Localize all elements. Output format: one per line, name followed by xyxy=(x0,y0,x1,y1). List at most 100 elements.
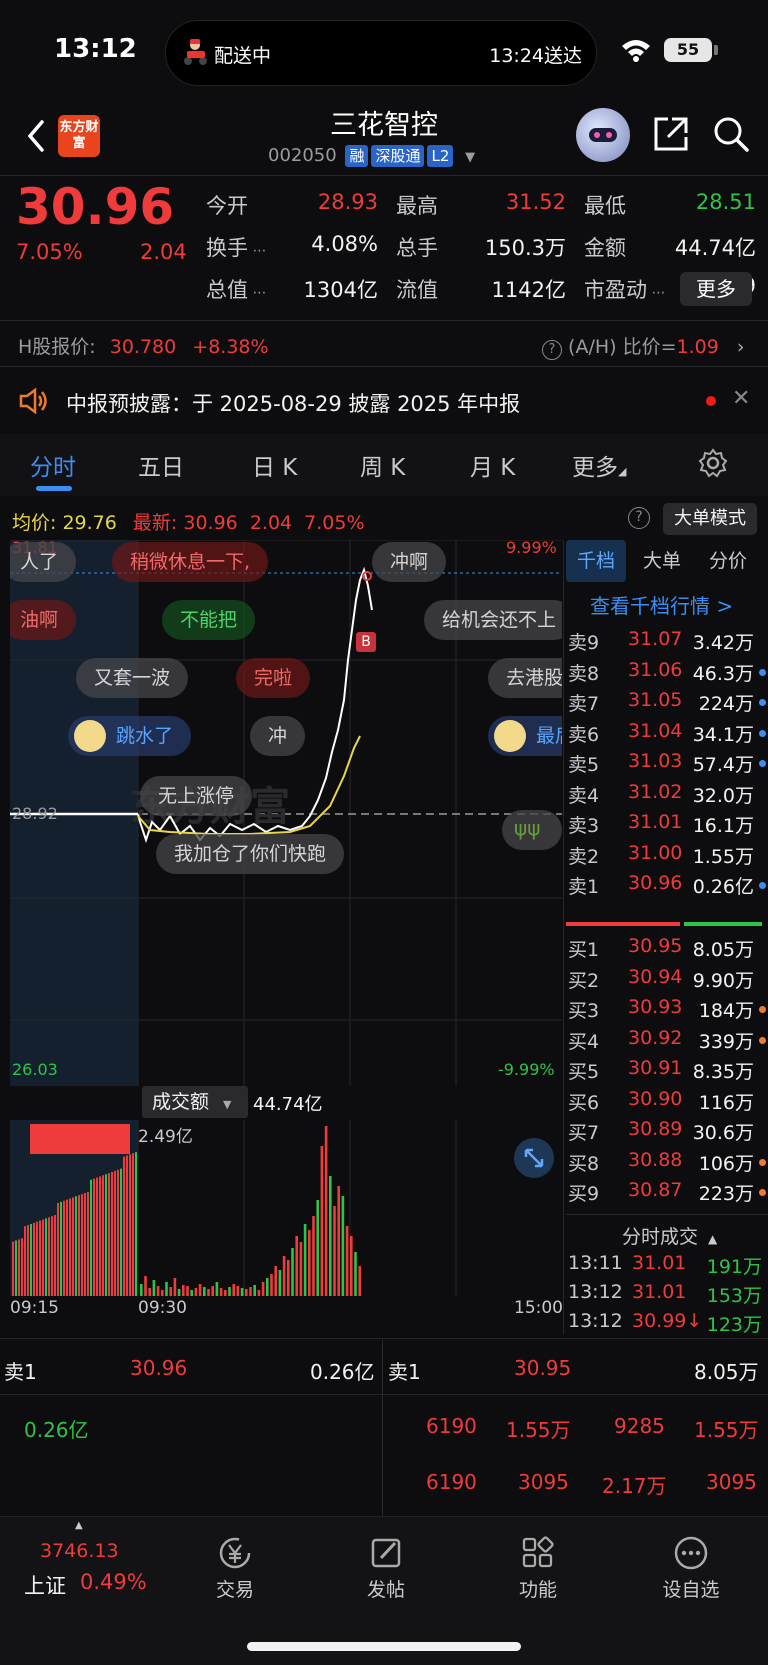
bid-row[interactable]: 买4 30.92 339万 xyxy=(566,1027,766,1059)
more-button[interactable]: 更多 xyxy=(680,272,752,306)
tab-big-order[interactable]: 大单 xyxy=(632,540,692,582)
search-icon[interactable] xyxy=(712,115,750,153)
barrage-bubble[interactable]: 稍微休息一下, xyxy=(112,542,269,582)
ask-row[interactable]: 卖2 31.00 1.55万 xyxy=(566,842,766,874)
tab-price-split[interactable]: 分价 xyxy=(698,540,758,582)
ask-row[interactable]: 卖9 31.07 3.42万 xyxy=(566,628,766,660)
barrage-bubble[interactable]: 无上涨停 xyxy=(140,776,253,816)
tick-time: 13:12 xyxy=(568,1310,623,1332)
level-label: 买8 xyxy=(568,1152,600,1175)
volume-metric-select[interactable]: 成交额 ▼ xyxy=(142,1086,248,1118)
bid-row[interactable]: 买3 30.93 184万 xyxy=(566,996,766,1028)
barrage-bubble[interactable]: 我加仓了你们快跑 xyxy=(156,834,345,874)
gear-icon[interactable] xyxy=(698,448,728,478)
barrage-bubble[interactable]: 人了 xyxy=(10,542,77,582)
volume-bar xyxy=(324,1126,328,1296)
grass-emoji-bubble[interactable]: ψψ xyxy=(502,810,562,850)
ask-row[interactable]: 卖6 31.04 34.1万 xyxy=(566,720,766,752)
volume-bar xyxy=(39,1220,41,1296)
big-order-dot xyxy=(759,1006,766,1013)
ask1-label: 卖1 xyxy=(4,1360,37,1384)
bid-row[interactable]: 买5 30.91 8.35万 xyxy=(566,1057,766,1089)
tab-add-watchlist[interactable]: 设自选 xyxy=(631,1535,751,1602)
intraday-chart[interactable]: 东方财富 B 31.81 9.99% 28.92 26.03 -9.99% 人了… xyxy=(10,538,562,1086)
volume-chart[interactable]: 成交额 ▼ 44.74亿 2.49亿 09:15 09:30 15:00 xyxy=(10,1086,563,1326)
tab-daily-k[interactable]: 日 K xyxy=(252,448,297,482)
h-share-quote[interactable]: H股报价: 30.780 +8.38% xyxy=(18,332,269,359)
volume-bar xyxy=(102,1175,104,1296)
bid-row[interactable]: 买2 30.94 9.90万 xyxy=(566,966,766,998)
ask-row[interactable]: 卖1 30.96 0.26亿 xyxy=(566,872,766,904)
barrage-bubble[interactable]: 油啊 xyxy=(10,600,77,640)
volume-bar xyxy=(120,1168,122,1296)
bid-row[interactable]: 买8 30.88 106万 xyxy=(566,1149,766,1181)
close-icon[interactable]: ✕ xyxy=(732,386,750,411)
bid-row[interactable]: 买6 30.90 116万 xyxy=(566,1088,766,1120)
barrage-bubble[interactable]: 又套一波 xyxy=(76,658,189,698)
barrage-bubble[interactable]: 去港股 xyxy=(488,658,562,698)
volume-bar xyxy=(93,1178,95,1296)
barrage-bubble[interactable]: 完啦 xyxy=(236,658,311,698)
ah-ratio[interactable]: ? (A/H) 比价=1.09 › xyxy=(542,332,745,360)
volume-bar xyxy=(341,1196,345,1296)
index-value[interactable]: 3746.13 xyxy=(40,1540,119,1562)
view-thousand-level-link[interactable]: 查看千档行情 > xyxy=(590,590,733,619)
barrage-bubble[interactable]: 最后 xyxy=(488,716,562,756)
h-share-label: H股报价: xyxy=(18,336,96,358)
tab-intraday[interactable]: 分时 xyxy=(30,448,76,482)
barrage-bubble[interactable]: 冲啊 xyxy=(372,542,447,582)
bid-row[interactable]: 买1 30.95 8.05万 xyxy=(566,935,766,967)
tab-trade[interactable]: 交易 xyxy=(175,1535,295,1602)
volume-bar xyxy=(274,1266,277,1296)
ask-row[interactable]: 卖3 31.01 16.1万 xyxy=(566,811,766,843)
tab-five-day[interactable]: 五日 xyxy=(138,448,184,482)
tab-weekly-k[interactable]: 周 K xyxy=(360,448,405,482)
ask-row[interactable]: 卖4 31.02 32.0万 xyxy=(566,781,766,813)
dropdown-caret-icon: ▼ xyxy=(223,1098,232,1111)
tick-volume: 153万 xyxy=(706,1285,762,1307)
bid-row[interactable]: 买9 30.87 223万 xyxy=(566,1179,766,1211)
tab-more[interactable]: 更多◢ xyxy=(572,448,626,482)
level-label: 卖3 xyxy=(568,815,600,837)
level-label: 卖1 xyxy=(568,876,600,898)
share-icon[interactable] xyxy=(652,115,690,153)
level-price: 31.03 xyxy=(628,750,683,772)
big-order-mode-button[interactable]: 大单模式 xyxy=(663,503,757,535)
volume-bar xyxy=(111,1171,113,1296)
tab-functions[interactable]: 功能 xyxy=(478,1535,598,1602)
index-pct[interactable]: 0.49% xyxy=(80,1570,147,1594)
barrage-bubble[interactable]: 冲 xyxy=(250,716,306,756)
tab-monthly-k[interactable]: 月 K xyxy=(470,448,515,482)
barrage-bubble[interactable]: 给机会还不上 xyxy=(424,600,562,640)
level-price: 30.96 xyxy=(628,872,683,894)
ask-row[interactable]: 卖8 31.06 46.3万 xyxy=(566,659,766,691)
level-label: 卖4 xyxy=(568,784,600,807)
level-price: 30.87 xyxy=(628,1179,683,1201)
volume-bar xyxy=(57,1202,59,1296)
ask-row[interactable]: 卖5 31.03 57.4万 xyxy=(566,750,766,782)
index-name[interactable]: 上证 xyxy=(24,1570,66,1600)
barrage-bubble[interactable]: 不能把 xyxy=(162,600,256,640)
level-volume: 116万 xyxy=(698,1091,754,1114)
help-icon[interactable]: ? xyxy=(628,507,650,529)
level-price: 31.06 xyxy=(628,658,683,681)
bid-row[interactable]: 买7 30.89 30.6万 xyxy=(566,1118,766,1150)
live-activity[interactable]: 配送中 13:24送达 xyxy=(165,20,597,86)
big-order-dot xyxy=(759,882,766,889)
notice-text[interactable]: 中报预披露：于 2025-08-29 披露 2025 年中报 xyxy=(66,388,520,418)
volume-bar xyxy=(75,1196,77,1296)
tab-thousand-level[interactable]: 千档 xyxy=(566,540,626,582)
stat-value: 31.52 xyxy=(505,190,566,214)
big-order-dot xyxy=(759,729,766,737)
ah-ratio-label: (A/H) 比价= xyxy=(568,336,677,358)
volume-bars xyxy=(10,1120,457,1296)
barrage-bubble[interactable]: 跳水了 xyxy=(68,716,192,756)
trade-ticks-title[interactable]: 分时成交 ▲ xyxy=(622,1222,717,1249)
assistant-robot-icon[interactable] xyxy=(576,108,630,162)
stock-code-line[interactable]: 002050 融深股通 L2 ▼ xyxy=(268,145,475,167)
expand-icon[interactable] xyxy=(514,1138,554,1178)
stat-value: 150.3万 xyxy=(484,236,566,260)
tab-post[interactable]: 发帖 xyxy=(326,1535,446,1602)
ask-row[interactable]: 卖7 31.05 224万 xyxy=(566,689,766,721)
ask1-price: 30.96 xyxy=(130,1356,188,1380)
